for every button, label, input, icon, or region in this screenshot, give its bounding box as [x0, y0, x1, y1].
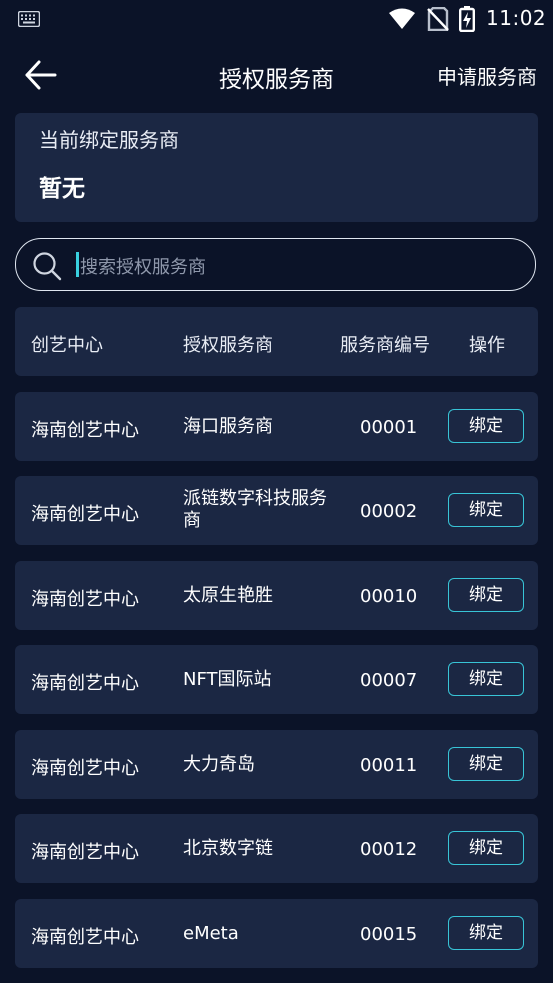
table-row: 海南创艺中心 NFT国际站 00007 绑定 — [15, 645, 538, 714]
search-placeholder: 搜索授权服务商 — [80, 257, 206, 278]
table-row: 海南创艺中心 太原生艳胜 00010 绑定 — [15, 561, 538, 630]
column-header-action: 操作 — [469, 335, 505, 356]
battery-charging-icon — [459, 6, 476, 36]
table-header: 创艺中心 授权服务商 服务商编号 操作 — [15, 307, 538, 376]
row-provider-code: 00007 — [360, 670, 418, 691]
keyboard-icon — [17, 10, 41, 31]
column-header-center: 创艺中心 — [31, 335, 103, 356]
row-provider-code: 00015 — [360, 924, 418, 945]
current-provider-label: 当前绑定服务商 — [39, 128, 179, 152]
bind-button[interactable]: 绑定 — [448, 662, 524, 696]
bind-button[interactable]: 绑定 — [448, 831, 524, 865]
column-header-provider: 授权服务商 — [183, 335, 273, 356]
row-provider-name: 北京数字链 — [183, 838, 273, 859]
row-center: 海南创艺中心 — [31, 420, 139, 441]
status-bar: 11:02 — [0, 0, 553, 38]
table-row: 海南创艺中心 北京数字链 00012 绑定 — [15, 814, 538, 883]
apply-provider-button[interactable]: 申请服务商 — [437, 61, 537, 90]
table-row: 海南创艺中心 派链数字科技服务商 00002 绑定 — [15, 476, 538, 545]
table-row: 海南创艺中心 eMeta 00015 绑定 — [15, 899, 538, 968]
search-input[interactable]: 搜索授权服务商 — [15, 238, 536, 291]
row-provider-name: 派链数字科技服务商 — [183, 488, 327, 531]
column-header-code: 服务商编号 — [340, 335, 430, 356]
row-center: 海南创艺中心 — [31, 673, 139, 694]
wifi-icon — [388, 7, 416, 35]
row-provider-name: 海口服务商 — [183, 416, 273, 437]
bind-button[interactable]: 绑定 — [448, 747, 524, 781]
row-provider-code: 00012 — [360, 839, 418, 860]
row-provider-code: 00011 — [360, 755, 418, 776]
text-cursor — [76, 252, 79, 277]
row-center: 海南创艺中心 — [31, 504, 139, 525]
row-center: 海南创艺中心 — [31, 589, 139, 610]
row-provider-code: 00010 — [360, 586, 418, 607]
row-center: 海南创艺中心 — [31, 842, 139, 863]
no-sim-icon — [427, 6, 449, 35]
row-provider-name: 大力奇岛 — [183, 754, 255, 775]
status-time: 11:02 — [486, 6, 547, 30]
nav-bar: 授权服务商 申请服务商 — [0, 40, 553, 110]
search-icon — [32, 251, 62, 285]
current-provider-card: 当前绑定服务商 暂无 — [15, 113, 538, 222]
bind-button[interactable]: 绑定 — [448, 578, 524, 612]
row-provider-code: 00002 — [360, 501, 418, 522]
table-row: 海南创艺中心 大力奇岛 00011 绑定 — [15, 730, 538, 799]
bind-button[interactable]: 绑定 — [448, 493, 524, 527]
row-center: 海南创艺中心 — [31, 758, 139, 779]
row-provider-name: 太原生艳胜 — [183, 585, 273, 606]
bind-button[interactable]: 绑定 — [448, 409, 524, 443]
current-provider-value: 暂无 — [39, 176, 85, 202]
table-row: 海南创艺中心 海口服务商 00001 绑定 — [15, 392, 538, 461]
row-provider-code: 00001 — [360, 417, 418, 438]
bind-button[interactable]: 绑定 — [448, 916, 524, 950]
row-provider-name: eMeta — [183, 923, 239, 944]
row-center: 海南创艺中心 — [31, 927, 139, 948]
row-provider-name: NFT国际站 — [183, 669, 272, 690]
